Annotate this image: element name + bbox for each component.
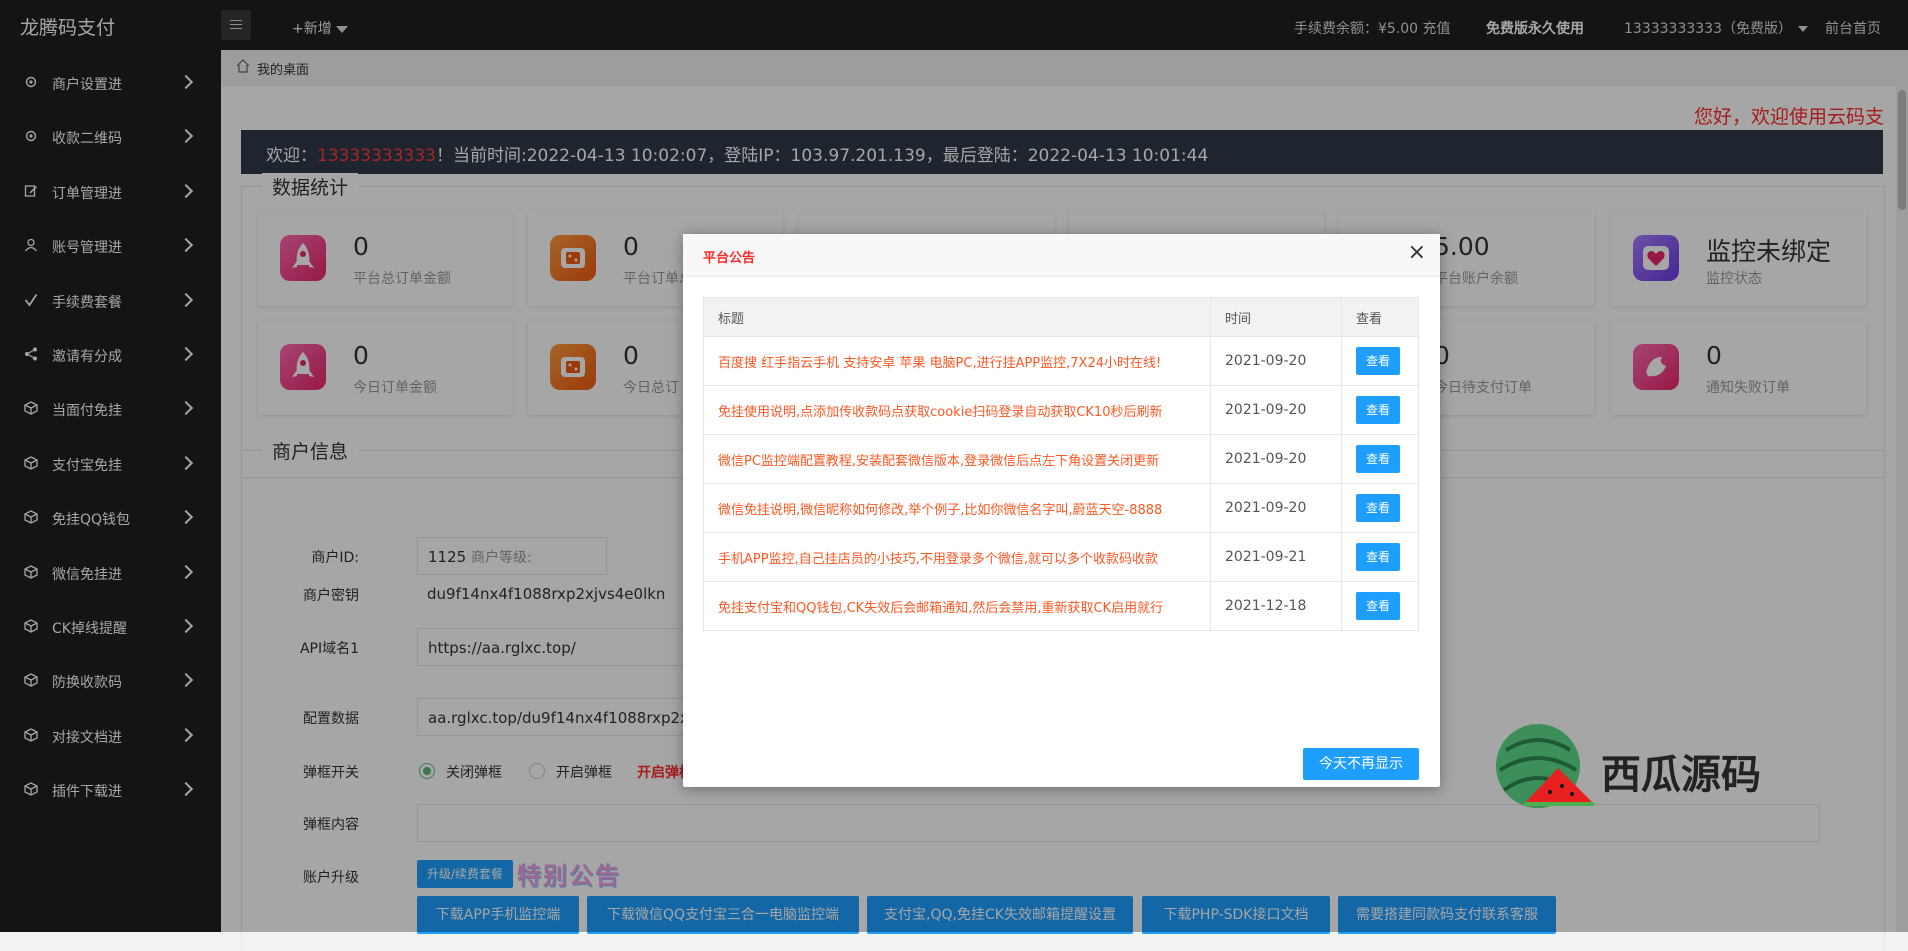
notice-table: 标题 时间 查看 百度搜 红手指云手机 支持安卓 苹果 电脑PC,进行挂APP监…: [703, 297, 1419, 631]
notice-row: 手机APP监控,自己挂店员的小技巧,不用登录多个微信,就可以多个收款码收款 202…: [703, 532, 1419, 582]
notice-row: 微信免挂说明,微信昵称如何修改,举个例子,比如你微信名字叫,蔚蓝天空-8888 2…: [703, 483, 1419, 533]
notice-action-cell: 查看: [1341, 434, 1419, 484]
notice-date: 2021-09-21: [1210, 532, 1342, 582]
notice-row: 免挂支付宝和QQ钱包,CK失效后会邮箱通知,然后会禁用,重新获取CK启用就行 20…: [703, 581, 1419, 631]
notice-date: 2021-09-20: [1210, 434, 1342, 484]
column-view: 查看: [1341, 297, 1419, 337]
notice-title[interactable]: 微信PC监控端配置教程,安装配套微信版本,登录微信后点左下角设置关闭更新: [703, 434, 1211, 484]
notice-title[interactable]: 手机APP监控,自己挂店员的小技巧,不用登录多个微信,就可以多个收款码收款: [703, 532, 1211, 582]
modal-title: 平台公告: [703, 251, 756, 266]
watermark-text: 西瓜源码: [1601, 752, 1761, 798]
column-title: 标题: [703, 297, 1211, 337]
notice-title[interactable]: 微信免挂说明,微信昵称如何修改,举个例子,比如你微信名字叫,蔚蓝天空-8888: [703, 483, 1211, 533]
column-time: 时间: [1210, 297, 1342, 337]
notice-date: 2021-09-20: [1210, 336, 1342, 386]
view-button[interactable]: 查看: [1356, 494, 1400, 522]
notice-action-cell: 查看: [1341, 532, 1419, 582]
modal-header: 平台公告 ×: [683, 234, 1440, 277]
view-button[interactable]: 查看: [1356, 445, 1400, 473]
view-button[interactable]: 查看: [1356, 347, 1400, 375]
close-icon[interactable]: ×: [1408, 242, 1426, 264]
notice-title[interactable]: 免挂支付宝和QQ钱包,CK失效后会邮箱通知,然后会禁用,重新获取CK启用就行: [703, 581, 1211, 631]
notice-action-cell: 查看: [1341, 483, 1419, 533]
watermark-logo: 西瓜源码: [1486, 720, 1786, 820]
view-button[interactable]: 查看: [1356, 396, 1400, 424]
notice-action-cell: 查看: [1341, 581, 1419, 631]
notice-row: 微信PC监控端配置教程,安装配套微信版本,登录微信后点左下角设置关闭更新 2021…: [703, 434, 1419, 484]
notice-date: 2021-09-20: [1210, 483, 1342, 533]
view-button[interactable]: 查看: [1356, 592, 1400, 620]
notice-title[interactable]: 免挂使用说明,点添加传收款码点获取cookie扫码登录自动获取CK10秒后刷新: [703, 385, 1211, 435]
notice-row: 免挂使用说明,点添加传收款码点获取cookie扫码登录自动获取CK10秒后刷新 2…: [703, 385, 1419, 435]
notice-row: 百度搜 红手指云手机 支持安卓 苹果 电脑PC,进行挂APP监控,7X24小时在…: [703, 336, 1419, 386]
watermelon-icon: [1496, 724, 1594, 808]
notice-action-cell: 查看: [1341, 385, 1419, 435]
notice-modal: 平台公告 × 标题 时间 查看 百度搜 红手指云手机 支持安卓 苹果 电脑PC,…: [683, 234, 1440, 787]
dont-show-today-button[interactable]: 今天不再显示: [1303, 748, 1419, 780]
view-button[interactable]: 查看: [1356, 543, 1400, 571]
notice-date: 2021-09-20: [1210, 385, 1342, 435]
notice-title[interactable]: 百度搜 红手指云手机 支持安卓 苹果 电脑PC,进行挂APP监控,7X24小时在…: [703, 336, 1211, 386]
notice-action-cell: 查看: [1341, 336, 1419, 386]
notice-date: 2021-12-18: [1210, 581, 1342, 631]
